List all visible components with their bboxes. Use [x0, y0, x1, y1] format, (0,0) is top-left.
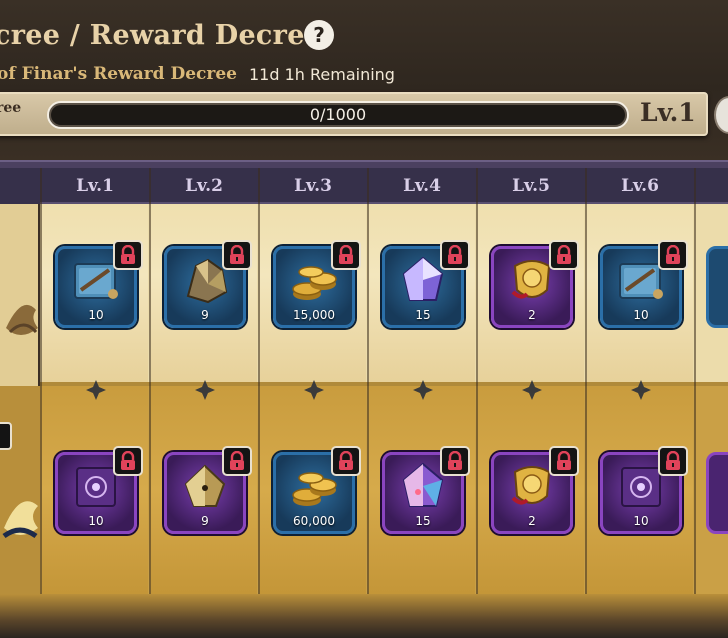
lock-icon: [331, 446, 361, 476]
level-column: Lv.4 15 15: [367, 168, 475, 594]
premium-reward-item[interactable]: 60,000: [273, 446, 361, 534]
premium-reward-item[interactable]: 9: [164, 446, 252, 534]
lock-icon: [440, 240, 470, 270]
level-up-button[interactable]: [714, 96, 728, 134]
progress-bar: 0/1000: [47, 101, 629, 129]
level-column: Lv.6 10 10: [585, 168, 693, 594]
lock-icon: [113, 240, 143, 270]
free-reward-item[interactable]: 15,000: [273, 240, 361, 328]
board-top-border: [0, 160, 728, 168]
level-label: Lv.2: [185, 176, 223, 196]
lock-icon: [658, 446, 688, 476]
track-labels-header: [0, 168, 40, 204]
level-label: Lv.6: [621, 176, 659, 196]
next-level-column-partial: [694, 168, 728, 594]
reward-quantity: 15: [415, 514, 431, 528]
progress-text: 0/1000: [309, 105, 367, 124]
premium-reward-item[interactable]: 15: [382, 446, 470, 534]
lock-icon: [549, 446, 579, 476]
level-label: Lv.4: [403, 176, 441, 196]
current-level: Lv.1: [640, 98, 696, 127]
lock-icon: [549, 240, 579, 270]
premium-track-emblem-icon: [2, 501, 38, 539]
decree-name: of Finar's Reward Decree: [0, 64, 237, 84]
reward-quantity: 15: [415, 308, 431, 322]
free-reward-item[interactable]: 9: [164, 240, 252, 328]
premium-reward-item[interactable]: 10: [600, 446, 688, 534]
premium-lock-icon: [0, 422, 12, 450]
diamond-separator-icon: [413, 380, 433, 400]
reward-quantity: 9: [201, 308, 209, 322]
reward-board: Lv.1 10 10 Lv.2 9 9 Lv.3 15,000 60,000 L…: [0, 160, 728, 638]
page-title: cree / Reward Decree: [0, 19, 323, 51]
lock-icon: [222, 240, 252, 270]
help-button[interactable]: ?: [304, 20, 334, 50]
level-column: Lv.3 15,000 60,000: [258, 168, 366, 594]
free-reward-item[interactable]: 2: [491, 240, 579, 328]
level-column: Lv.2 9 9: [149, 168, 257, 594]
decree-subtitle: of Finar's Reward Decree 11d 1h Remainin…: [0, 64, 395, 84]
reward-quantity: 9: [201, 514, 209, 528]
board-bottom: [0, 594, 728, 638]
decree-header: cree / Reward Decree ? of Finar's Reward…: [0, 0, 728, 160]
premium-reward-item[interactable]: 10: [55, 446, 143, 534]
premium-reward-item[interactable]: 2: [491, 446, 579, 534]
reward-quantity: 60,000: [293, 514, 335, 528]
track-labels: [0, 168, 40, 594]
reward-quantity: 2: [528, 308, 536, 322]
free-reward-item[interactable]: 10: [600, 240, 688, 328]
lock-icon: [440, 446, 470, 476]
reward-quantity: 10: [633, 308, 649, 322]
reward-quantity: 2: [528, 514, 536, 528]
lock-icon: [222, 446, 252, 476]
lock-icon: [658, 240, 688, 270]
diamond-separator-icon: [631, 380, 651, 400]
reward-quantity: 15,000: [293, 308, 335, 322]
free-reward-item[interactable]: 15: [382, 240, 470, 328]
diamond-separator-icon: [86, 380, 106, 400]
free-reward-item[interactable]: 10: [55, 240, 143, 328]
free-track-emblem-icon: [6, 304, 38, 335]
diamond-separator-icon: [522, 380, 542, 400]
level-label: Lv.5: [512, 176, 550, 196]
progress-plate: ree 0/1000 Lv.1: [0, 92, 708, 136]
level-column: Lv.5 2 2: [476, 168, 584, 594]
reward-quantity: 10: [633, 514, 649, 528]
level-column: Lv.1 10 10: [40, 168, 148, 594]
plate-label: ree: [0, 100, 22, 116]
lock-icon: [113, 446, 143, 476]
lock-icon: [331, 240, 361, 270]
level-label: Lv.3: [294, 176, 332, 196]
reward-quantity: 10: [88, 514, 104, 528]
diamond-separator-icon: [195, 380, 215, 400]
help-icon: ?: [313, 23, 325, 47]
time-remaining: 11d 1h Remaining: [248, 64, 395, 84]
reward-quantity: 10: [88, 308, 104, 322]
diamond-separator-icon: [304, 380, 324, 400]
level-label: Lv.1: [76, 176, 114, 196]
